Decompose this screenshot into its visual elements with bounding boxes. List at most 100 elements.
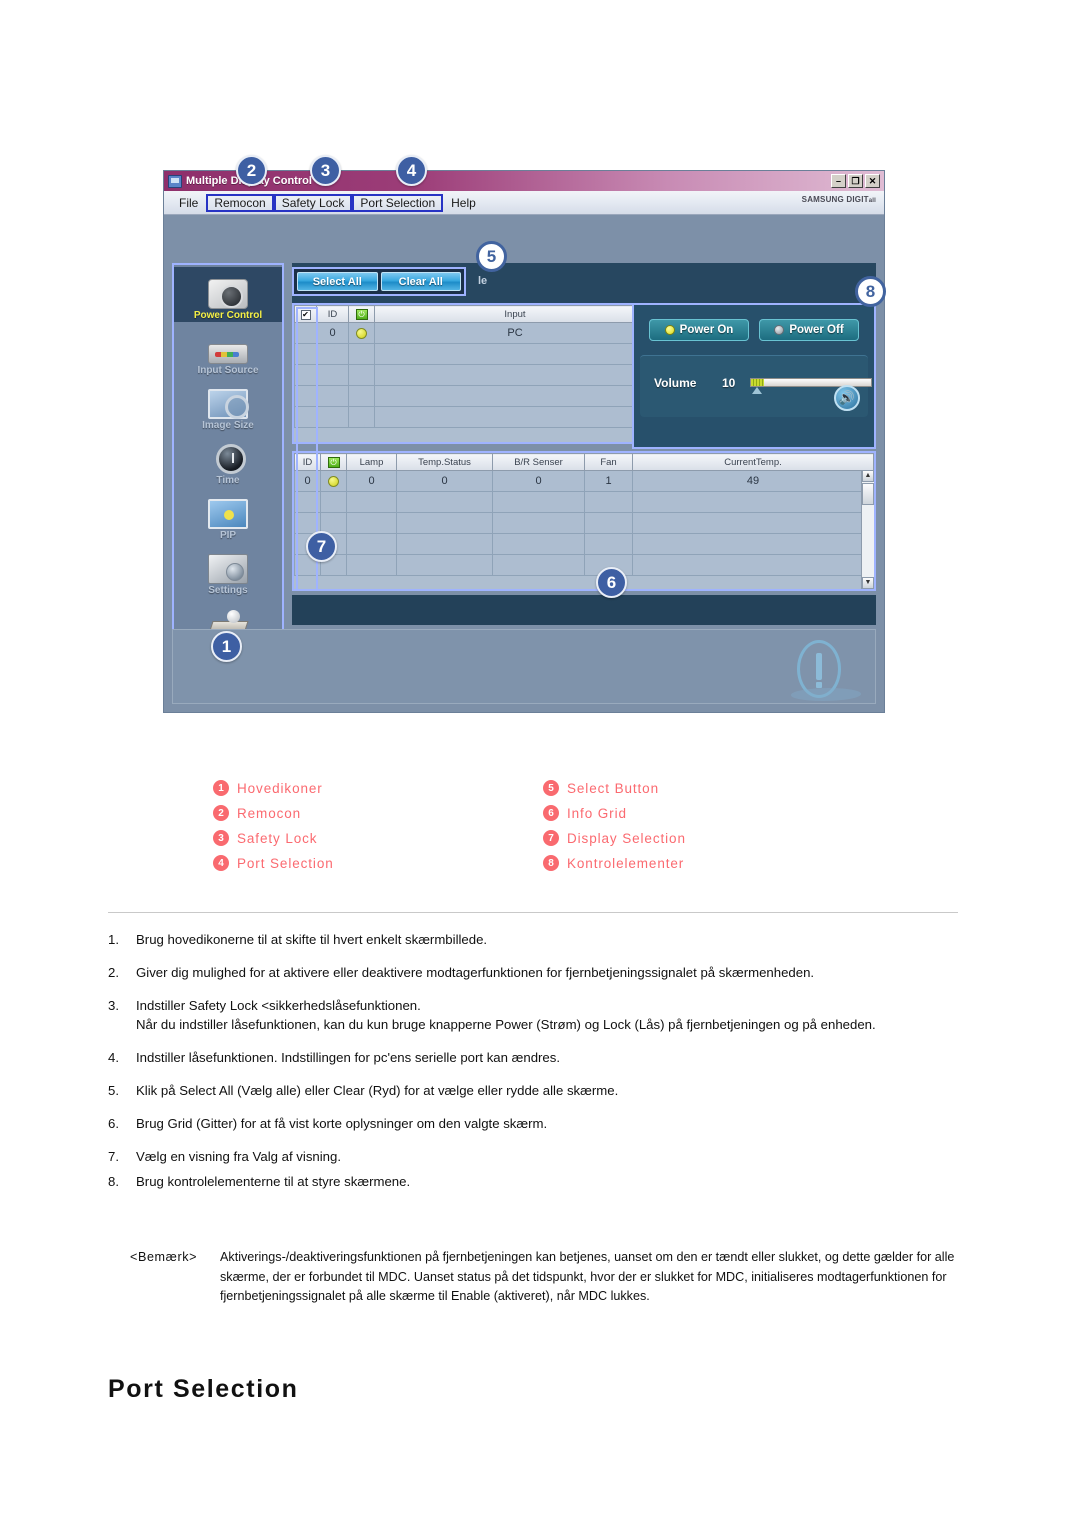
- row-current-temp: [632, 554, 874, 576]
- scroll-down-icon[interactable]: ▼: [862, 577, 874, 589]
- volume-value: 10: [722, 376, 736, 390]
- legend-item-5: 5 Select Button: [543, 780, 773, 796]
- scrollbar-thumb[interactable]: [862, 483, 874, 505]
- list-item: 5. Klik på Select All (Vælg alle) eller …: [108, 1081, 963, 1100]
- grid-bottom-scrollbar[interactable]: ▲ ▼: [861, 470, 874, 589]
- menu-safety-lock[interactable]: Safety Lock: [273, 193, 353, 212]
- scroll-up-icon[interactable]: ▲: [862, 470, 874, 482]
- legend-number: 1: [213, 780, 229, 796]
- table-row[interactable]: 0 0 0 0 1 49: [294, 470, 874, 492]
- step-number: 2.: [108, 965, 119, 980]
- table-row[interactable]: [294, 512, 874, 534]
- close-icon[interactable]: ✕: [865, 174, 880, 188]
- rail-item-power-control[interactable]: Power Control: [174, 267, 282, 322]
- row-temp-status: [396, 491, 493, 513]
- volume-slider-handle[interactable]: [752, 387, 762, 394]
- legend-number: 5: [543, 780, 559, 796]
- table-row[interactable]: [294, 491, 874, 513]
- menu-remocon[interactable]: Remocon: [206, 193, 274, 212]
- watermark-shadow: [787, 688, 865, 701]
- list-item: 6. Brug Grid (Gitter) for at få vist kor…: [108, 1114, 963, 1133]
- step-line: Klik på Select All (Vælg alle) eller Cle…: [136, 1083, 619, 1098]
- legend-label: Info Grid: [567, 805, 627, 821]
- step-number: 7.: [108, 1149, 119, 1164]
- rail-item-input-source[interactable]: Input Source: [174, 322, 282, 377]
- power-button-row: Power On Power Off: [640, 319, 868, 341]
- table-row[interactable]: [294, 533, 874, 555]
- rail-item-pip[interactable]: PIP: [174, 487, 282, 542]
- maintenance-table: ID ⏻ Lamp Temp.Status B/R Senser Fan Cur…: [294, 453, 874, 576]
- step-line: Når du indstiller låsefunktionen, kan du…: [136, 1017, 876, 1032]
- step-number: 5.: [108, 1083, 119, 1098]
- row-id: [294, 512, 321, 534]
- maximize-icon[interactable]: ❐: [848, 174, 863, 188]
- callout-badge-7: 7: [306, 531, 337, 562]
- step-body: Brug Grid (Gitter) for at få vist korte …: [136, 1114, 963, 1133]
- row-br-senser: [492, 533, 585, 555]
- row-checkbox-cell[interactable]: [294, 385, 317, 407]
- menu-port-selection[interactable]: Port Selection: [352, 193, 444, 212]
- rail-item-image-size[interactable]: Image Size: [174, 377, 282, 432]
- note-body: Aktiverings-/deaktiveringsfunktionen på …: [220, 1250, 955, 1303]
- col-temp-status: Temp.Status: [396, 453, 493, 471]
- rail-label-image-size: Image Size: [202, 420, 254, 431]
- col-select[interactable]: ✔: [294, 305, 317, 323]
- row-checkbox-cell[interactable]: [294, 343, 317, 365]
- rail-item-time[interactable]: Time: [174, 432, 282, 487]
- step-body: Brug hovedikonerne til at skifte til hve…: [136, 930, 963, 949]
- volume-slider-fill: [751, 379, 764, 386]
- power-control-icon: [208, 279, 248, 309]
- minimize-icon[interactable]: –: [831, 174, 846, 188]
- row-power: [348, 385, 375, 407]
- input-source-icon: [208, 344, 248, 364]
- row-power: [348, 322, 375, 344]
- row-checkbox-cell[interactable]: [294, 322, 317, 344]
- list-item: 3. Indstiller Safety Lock <sikkerhedslås…: [108, 996, 963, 1034]
- list-item: 4. Indstiller låsefunktionen. Indstillin…: [108, 1048, 963, 1067]
- legend-label: Safety Lock: [237, 830, 318, 846]
- tile-mode-label: le: [478, 275, 488, 287]
- legend-label: Remocon: [237, 805, 302, 821]
- power-on-led-icon: [664, 325, 675, 335]
- power-off-label: Power Off: [789, 324, 844, 336]
- power-led-icon: [328, 475, 339, 487]
- row-checkbox-cell[interactable]: [294, 364, 317, 386]
- menu-help[interactable]: Help: [444, 195, 483, 211]
- row-input: [374, 385, 656, 407]
- step-number: 8.: [108, 1174, 119, 1189]
- step-number: 4.: [108, 1050, 119, 1065]
- step-body: Indstiller Safety Lock <sikkerhedslåsefu…: [136, 996, 963, 1034]
- table-row[interactable]: [294, 554, 874, 576]
- row-lamp: [346, 491, 397, 513]
- callout-badge-2: 2: [236, 155, 267, 186]
- step-body: Indstiller låsefunktionen. Indstillingen…: [136, 1048, 963, 1067]
- step-body: Vælg en visning fra Valg af visning.: [136, 1147, 963, 1166]
- legend-number: 4: [213, 855, 229, 871]
- col-current-temp: CurrentTemp.: [632, 453, 874, 471]
- row-checkbox-cell[interactable]: [294, 406, 317, 428]
- step-body: Brug kontrolelementerne til at styre skæ…: [136, 1172, 963, 1191]
- samsung-logo-text: SAMSUNG DIGIT: [801, 195, 869, 204]
- clock-icon: [215, 444, 246, 474]
- legend-label: Hovedikoner: [237, 780, 323, 796]
- rail-item-settings[interactable]: Settings: [174, 542, 282, 597]
- legend-number: 2: [213, 805, 229, 821]
- row-lamp: [346, 554, 397, 576]
- power-off-button[interactable]: Power Off: [759, 319, 859, 341]
- row-power: [320, 470, 347, 492]
- clear-all-button[interactable]: Clear All: [380, 272, 461, 291]
- col-id: ID: [294, 453, 321, 471]
- checkbox-icon[interactable]: ✔: [300, 309, 311, 320]
- row-fan: [584, 491, 633, 513]
- step-line: Indstiller låsefunktionen. Indstillingen…: [136, 1050, 561, 1065]
- menu-file[interactable]: File: [172, 195, 205, 211]
- power-on-button[interactable]: Power On: [649, 319, 749, 341]
- volume-slider[interactable]: [750, 378, 872, 387]
- window-controls[interactable]: – ❐ ✕: [831, 174, 880, 188]
- legend-label: Port Selection: [237, 855, 334, 871]
- step-number: 6.: [108, 1116, 119, 1131]
- list-item: 7. Vælg en visning fra Valg af visning.: [108, 1147, 963, 1166]
- mute-speaker-icon[interactable]: 🔊: [834, 385, 860, 411]
- select-all-button[interactable]: Select All: [297, 272, 378, 291]
- info-grid-bottom[interactable]: ID ⏻ Lamp Temp.Status B/R Senser Fan Cur…: [292, 451, 876, 591]
